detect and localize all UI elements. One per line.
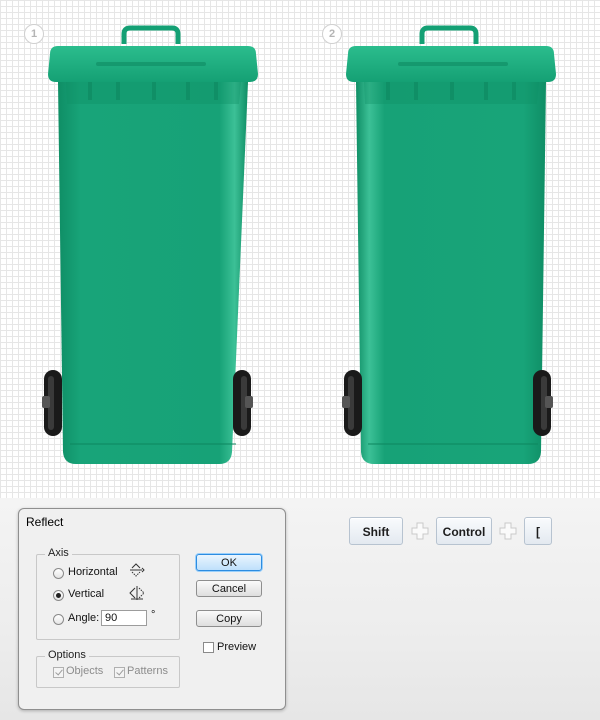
ok-button[interactable]: OK [196, 554, 262, 571]
shift-key: Shift [349, 517, 403, 545]
angle-field[interactable] [101, 610, 147, 626]
patterns-label[interactable]: Patterns [127, 665, 168, 677]
plus-icon [411, 522, 429, 540]
reflect-vertical-icon [129, 586, 145, 600]
objects-checkbox[interactable] [53, 667, 64, 678]
objects-label[interactable]: Objects [66, 665, 103, 677]
dialog-title: Reflect [26, 515, 64, 529]
copy-button[interactable]: Copy [196, 610, 262, 627]
angle-radio[interactable] [53, 614, 64, 625]
wheel-icon [342, 370, 362, 436]
preview-label[interactable]: Preview [217, 641, 256, 653]
wheel-icon [533, 370, 553, 436]
preview-checkbox[interactable] [203, 642, 214, 653]
trash-bin-illustration [342, 25, 556, 464]
vertical-label[interactable]: Vertical [68, 588, 104, 600]
trash-bin-illustration [42, 25, 258, 464]
reflect-dialog: Reflect Axis Horizontal Vertical Angle: … [18, 508, 286, 710]
cancel-button[interactable]: Cancel [196, 580, 262, 597]
horizontal-label[interactable]: Horizontal [68, 566, 118, 578]
bracket-key: [ [524, 517, 552, 545]
options-group-label: Options [45, 649, 89, 661]
control-key: Control [436, 517, 492, 545]
wheel-icon [42, 370, 62, 436]
options-group: Options Objects Patterns [36, 649, 180, 688]
reflect-horizontal-icon [130, 563, 145, 577]
axis-group-label: Axis [45, 547, 72, 559]
horizontal-radio[interactable] [53, 568, 64, 579]
patterns-checkbox[interactable] [114, 667, 125, 678]
angle-unit: ° [151, 609, 156, 621]
angle-label[interactable]: Angle: [68, 612, 99, 624]
vertical-radio[interactable] [53, 590, 64, 601]
plus-icon [499, 522, 517, 540]
wheel-icon [233, 370, 253, 436]
axis-group: Axis Horizontal Vertical Angle: ° [36, 547, 180, 640]
